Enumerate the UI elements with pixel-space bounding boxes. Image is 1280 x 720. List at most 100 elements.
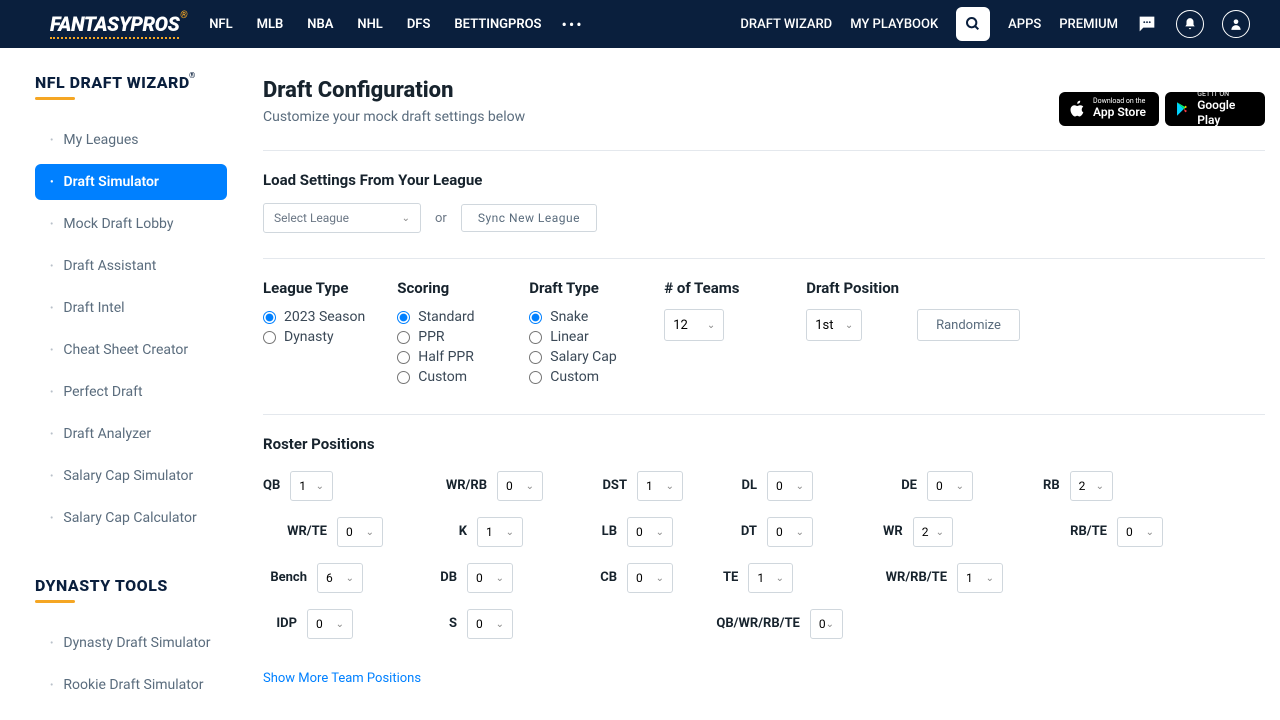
radio-standard[interactable]: Standard [397, 309, 497, 325]
roster-select-rb[interactable]: 2⌄ [1070, 471, 1113, 501]
chevron-down-icon: ⌄ [666, 481, 674, 492]
roster-item: S 0⌄ [423, 607, 513, 639]
logo-underline [50, 37, 179, 39]
header-right: DRAFT WIZARD MY PLAYBOOK APPS PREMIUM [740, 7, 1250, 41]
roster-item: IDP0⌄ [263, 607, 353, 639]
roster-title: Roster Positions [263, 435, 1265, 453]
chevron-down-icon: ⌄ [776, 573, 784, 584]
roster-select-cb[interactable]: 0⌄ [627, 563, 673, 593]
radio-dynasty[interactable]: Dynasty [263, 329, 365, 345]
logo-fantasy: FANTASY [50, 12, 130, 36]
nav-nba[interactable]: NBA [307, 17, 333, 32]
link-draft-wizard[interactable]: DRAFT WIZARD [740, 17, 832, 32]
sidebar-item-mock-draft-lobby[interactable]: Mock Draft Lobby [35, 206, 227, 242]
nav-more-icon[interactable]: ••• [562, 15, 584, 34]
roster-item: K1⌄ [423, 515, 523, 547]
account-icon[interactable] [1222, 10, 1250, 38]
sidebar-item-draft-assistant[interactable]: Draft Assistant [35, 248, 227, 284]
link-my-playbook[interactable]: MY PLAYBOOK [850, 17, 938, 32]
roster-item: TE1⌄ [723, 561, 793, 593]
roster-label: QB/WR/RB/TE [716, 616, 799, 631]
radio-draft-custom[interactable]: Custom [529, 369, 629, 385]
roster-select-qb[interactable]: 1⌄ [290, 471, 333, 501]
logo[interactable]: FANTASYPROS ® [50, 12, 179, 36]
nav-nhl[interactable]: NHL [357, 17, 382, 32]
logo-pros: PROS [130, 12, 179, 36]
chevron-down-icon: ⌄ [656, 527, 664, 538]
teams-select[interactable]: 12 ⌄ [664, 309, 724, 341]
link-apps[interactable]: APPS [1008, 17, 1041, 32]
roster-item: CB0⌄ [583, 561, 673, 593]
sidebar-title-wizard: NFL DRAFT WIZARD ® [35, 73, 190, 92]
roster-select-de[interactable]: 0⌄ [927, 471, 973, 501]
roster-label: DT [741, 524, 757, 539]
sidebar-item-salary-cap-sim[interactable]: Salary Cap Simulator [35, 458, 227, 494]
chevron-down-icon: ⌄ [826, 619, 834, 630]
chevron-down-icon: ⌄ [845, 320, 853, 331]
sidebar-item-cheat-sheet[interactable]: Cheat Sheet Creator [35, 332, 227, 368]
roster-select-k[interactable]: 1⌄ [477, 517, 523, 547]
nav-main: NFL MLB NBA NHL DFS BETTINGPROS [209, 17, 541, 32]
search-icon [965, 16, 981, 32]
sidebar-item-draft-simulator[interactable]: Draft Simulator [35, 164, 227, 200]
roster-label: QB [263, 478, 280, 493]
notifications-icon[interactable] [1176, 10, 1204, 38]
nav-nfl[interactable]: NFL [209, 17, 232, 32]
nav-betting[interactable]: BETTINGPROS [454, 17, 541, 32]
radio-scoring-custom[interactable]: Custom [397, 369, 497, 385]
sidebar-item-rookie-sim[interactable]: Rookie Draft Simulator [35, 667, 227, 703]
select-league-dropdown[interactable]: Select League ⌄ [263, 203, 421, 233]
roster-select-db[interactable]: 0⌄ [467, 563, 513, 593]
roster-select-wr[interactable]: 2⌄ [913, 517, 953, 547]
position-select[interactable]: 1st ⌄ [806, 309, 862, 341]
search-button[interactable] [956, 7, 990, 41]
roster-item: WR/TE0⌄ [263, 515, 383, 547]
randomize-button[interactable]: Randomize [917, 309, 1020, 341]
radio-ppr[interactable]: PPR [397, 329, 497, 345]
roster-select-lb[interactable]: 0⌄ [627, 517, 673, 547]
sidebar: NFL DRAFT WIZARD ® My Leagues Draft Simu… [0, 48, 237, 709]
radio-half-ppr[interactable]: Half PPR [397, 349, 497, 365]
radio-snake[interactable]: Snake [529, 309, 629, 325]
roster-select-dt[interactable]: 0⌄ [767, 517, 813, 547]
roster-select-wr-rb[interactable]: 0⌄ [497, 471, 543, 501]
sidebar-item-draft-analyzer[interactable]: Draft Analyzer [35, 416, 227, 452]
sidebar-item-my-leagues[interactable]: My Leagues [35, 122, 227, 158]
show-more-positions[interactable]: Show More Team Positions [263, 671, 421, 686]
link-premium[interactable]: PREMIUM [1059, 17, 1118, 32]
chevron-down-icon: ⌄ [506, 527, 514, 538]
roster-label: DE [901, 478, 917, 493]
roster-item: WR/RB/TE1⌄ [883, 561, 1003, 593]
google-play-badge[interactable]: GET IT ONGoogle Play [1165, 92, 1265, 126]
roster-select-rb-te[interactable]: 0⌄ [1117, 517, 1163, 547]
roster-select-bench[interactable]: 6⌄ [317, 563, 363, 593]
radio-linear[interactable]: Linear [529, 329, 629, 345]
roster-select-dst[interactable]: 1⌄ [637, 471, 683, 501]
roster-select-s[interactable]: 0⌄ [467, 609, 513, 639]
nav-dfs[interactable]: DFS [407, 17, 431, 32]
sidebar-item-dynasty-sim[interactable]: Dynasty Draft Simulator [35, 625, 227, 661]
roster-label: WR [883, 524, 903, 539]
radio-salary-cap[interactable]: Salary Cap [529, 349, 629, 365]
roster-select-qb-wr-rb-te[interactable]: 0⌄ [810, 609, 843, 639]
roster-label: RB/TE [1070, 524, 1107, 539]
roster-select-dl[interactable]: 0⌄ [767, 471, 813, 501]
apple-store-badge[interactable]: Download on theApp Store [1059, 92, 1159, 126]
roster-item: DL0⌄ [723, 469, 813, 501]
sidebar-item-perfect-draft[interactable]: Perfect Draft [35, 374, 227, 410]
roster-select-te[interactable]: 1⌄ [748, 563, 793, 593]
chevron-down-icon: ⌄ [496, 619, 504, 630]
sidebar-item-salary-cap-calc[interactable]: Salary Cap Calculator [35, 500, 227, 536]
chat-icon[interactable] [1136, 13, 1158, 35]
radio-2023-season[interactable]: 2023 Season [263, 309, 365, 325]
nav-mlb[interactable]: MLB [257, 17, 284, 32]
roster-item: Bench6⌄ [263, 561, 363, 593]
roster-label: S [449, 616, 457, 631]
chevron-down-icon: ⌄ [366, 527, 374, 538]
roster-select-idp[interactable]: 0⌄ [307, 609, 353, 639]
roster-select-wr-te[interactable]: 0⌄ [337, 517, 383, 547]
sidebar-item-draft-intel[interactable]: Draft Intel [35, 290, 227, 326]
sync-league-button[interactable]: Sync New League [461, 204, 597, 232]
roster-select-wr-rb-te[interactable]: 1⌄ [957, 563, 1003, 593]
roster-label: DST [602, 478, 627, 493]
